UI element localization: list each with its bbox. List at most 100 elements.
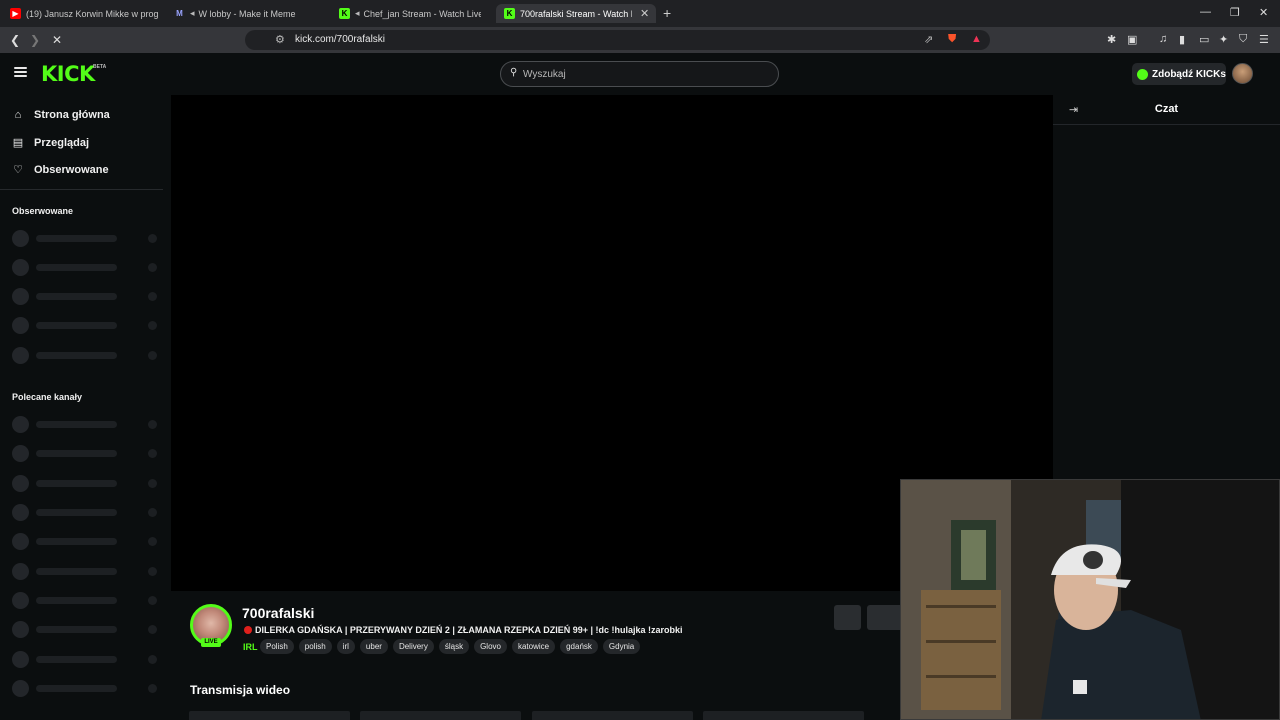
live-badge: LIVE [201,638,221,647]
followed-heading: Obserwowane [12,206,74,216]
channel-skeleton [12,317,162,334]
webcam-overlay [900,479,1280,720]
share-icon[interactable]: ⇗ [924,33,933,46]
video-thumbnail[interactable] [360,711,521,720]
tag[interactable]: Delivery [392,639,434,654]
tag[interactable]: irl [336,639,355,654]
sidebar-divider [0,189,163,190]
user-avatar[interactable] [1232,63,1253,84]
makeitmeme-icon: M [176,9,183,18]
recommended-heading: Polecane kanały [12,392,83,402]
video-thumbnail[interactable] [532,711,693,720]
channel-skeleton [12,621,162,638]
sidebar: ⌂ Strona główna ▤ Przeglądaj ♡ Obserwowa… [0,95,171,720]
channel-skeleton [12,347,162,364]
tag[interactable]: gdańsk [560,639,598,654]
tag[interactable]: Glovo [474,639,507,654]
tag[interactable]: polish [298,639,332,654]
video-thumbnail[interactable] [703,711,864,720]
site-info-icon[interactable]: ⚙ [275,33,285,46]
sidebar-icon[interactable]: ▮ [1179,33,1185,46]
youtube-icon: ▶ [10,8,21,19]
chat-header: ⇥ Czat [1053,95,1280,125]
browse-icon: ▤ [12,137,24,149]
action-button-placeholder[interactable] [834,605,861,630]
stream-title: DILERKA GDAŃSKA | PRZERYWANY DZIEŃ 2 | Z… [244,625,683,635]
kick-icon: K [339,8,350,19]
search-placeholder: Wyszukaj [523,69,566,80]
back-icon[interactable]: ❮ [10,33,20,47]
browser-toolbar: ❮ ❯ ✕ ⚐ ⚙ kick.com/700rafalski ⇗ ⛊ ▲ ✱ ▣… [0,27,1280,53]
forward-icon[interactable]: ❯ [30,33,40,47]
live-dot-icon [244,626,252,634]
media-icon[interactable]: ♫ [1159,33,1167,45]
browser-tab[interactable]: K ◂ Chef_jan Stream - Watch Live on [339,4,481,23]
sidebar-item-browse[interactable]: ▤ Przeglądaj [12,136,90,150]
sidebar-item-label: Przeglądaj [34,136,90,149]
follow-button-placeholder[interactable] [867,605,903,630]
beta-label: BETA [93,64,107,70]
hamburger-menu-icon[interactable] [14,67,27,77]
sidebar-item-label: Obserwowane [34,163,109,176]
tab-title: Chef_jan Stream - Watch Live on [363,8,481,19]
new-tab-button[interactable]: + [663,5,671,21]
browser-tab-active[interactable]: K 700rafalski Stream - Watch Live ✕ [496,4,656,23]
channel-skeleton [12,288,162,305]
close-window-icon[interactable]: ✕ [1259,6,1268,19]
browser-tab[interactable]: M ◂ W lobby - Make it Meme [174,4,324,23]
url-text[interactable]: kick.com/700rafalski [295,34,385,45]
kick-logo[interactable]: KICK [41,62,95,86]
tag[interactable]: Gdynia [602,639,641,654]
video-thumbnail[interactable] [189,711,350,720]
tag[interactable]: Polish [260,639,294,654]
channel-skeleton [12,504,162,521]
extensions-icon[interactable]: ✱ [1107,33,1116,46]
channel-skeleton [12,563,162,580]
stream-category[interactable]: IRL [243,642,258,652]
videos-section-title: Transmisja wideo [190,683,291,697]
menu-icon[interactable]: ☰ [1259,33,1269,46]
sidebar-item-following[interactable]: ♡ Obserwowane [12,163,109,177]
sidebar-item-home[interactable]: ⌂ Strona główna [12,109,110,121]
channel-skeleton [12,416,162,433]
heart-icon: ♡ [13,164,23,176]
tag[interactable]: uber [359,639,388,654]
browser-tab[interactable]: ▶ (19) Janusz Korwin Mikke w program [10,4,158,23]
browser-tab-bar: ▶ (19) Janusz Korwin Mikke w program M ◂… [0,0,1280,27]
channel-skeleton [12,230,162,247]
channel-skeleton [12,680,162,697]
vpn-icon[interactable]: ⛉ [1239,33,1247,46]
tab-title: 700rafalski Stream - Watch Live [520,8,632,19]
sidebar-item-label: Strona główna [34,109,110,121]
chat-title: Czat [1154,103,1179,115]
channel-skeleton [12,445,162,462]
channel-skeleton [12,533,162,550]
close-tab-icon[interactable]: ✕ [640,7,649,20]
maximize-icon[interactable]: ❐ [1230,6,1240,19]
home-icon: ⌂ [14,109,22,121]
kick-icon: K [504,8,515,19]
speaker-icon: ◂ [190,8,195,18]
wallet-icon[interactable]: ▭ [1199,33,1209,46]
search-icon: ⚲ [510,67,518,78]
leo-ai-icon[interactable]: ✦ [1219,33,1228,46]
kicks-coin-icon [1137,68,1148,80]
screenshot-icon[interactable]: ▣ [1127,33,1137,46]
site-header: KICK BETA ⚲ Wyszukaj Zdobądź KICKs [0,53,1280,95]
address-bar[interactable]: ⚙ kick.com/700rafalski ⇗ ⛊ ▲ [245,30,990,50]
get-kicks-label: Zdobądź KICKs [1152,68,1226,80]
webcam-feed-image [901,480,1279,719]
speaker-icon: ◂ [355,8,360,18]
stream-title-text: DILERKA GDAŃSKA | PRZERYWANY DZIEŃ 2 | Z… [255,625,683,635]
tag[interactable]: śląsk [438,639,470,654]
search-input[interactable]: ⚲ Wyszukaj [500,61,779,87]
stop-loading-icon[interactable]: ✕ [52,33,62,47]
channel-skeleton [12,651,162,668]
get-kicks-button[interactable]: Zdobądź KICKs [1132,63,1226,85]
minimize-icon[interactable]: — [1200,6,1211,18]
brave-shield-icon[interactable]: ⛊ [948,33,956,46]
channel-skeleton [12,592,162,609]
tag[interactable]: katowice [511,639,556,654]
channel-name[interactable]: 700rafalski [242,605,314,621]
brave-rewards-icon[interactable]: ▲ [971,33,982,45]
